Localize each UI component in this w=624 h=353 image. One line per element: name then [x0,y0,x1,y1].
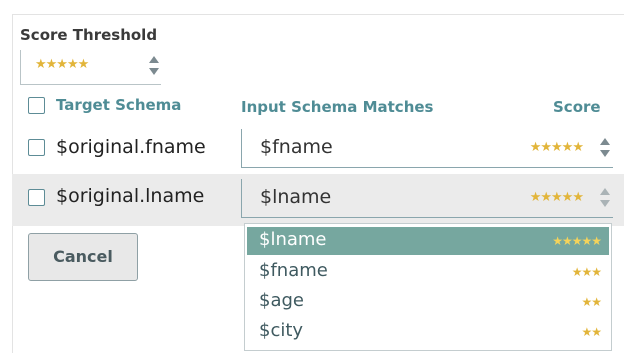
dropdown-option-fname[interactable]: $fname ★★★ [247,258,609,286]
match-spinner-icon[interactable] [600,188,614,210]
dropdown-option-lname[interactable]: $lname ★★★★★ [247,227,609,255]
option-label: $city [259,320,304,341]
match-spinner-icon[interactable] [600,138,614,160]
option-score-stars: ★★ [581,325,601,339]
spin-down-icon[interactable] [600,200,610,207]
threshold-spinner-icon[interactable] [149,56,163,78]
option-label: $fname [259,260,328,281]
spin-down-icon[interactable] [600,150,610,157]
spin-up-icon[interactable] [149,56,159,63]
dropdown-option-city[interactable]: $city ★★ [247,318,609,346]
match-score-stars: ★★★★★ [529,140,584,155]
input-schema-matches-header: Input Schema Matches [241,98,434,116]
match-value: $fname [260,136,333,158]
option-score-stars: ★★★ [571,265,602,279]
spin-up-icon[interactable] [600,188,610,195]
target-schema-header: Target Schema [56,96,182,114]
spin-up-icon[interactable] [600,138,610,145]
dropdown-option-age[interactable]: $age ★★ [247,288,609,316]
option-label: $age [259,290,304,311]
target-field-fname: $original.fname [56,136,206,158]
match-value: $lname [260,186,332,208]
select-all-checkbox[interactable] [28,97,45,114]
option-score-stars: ★★★★★ [552,234,602,248]
match-select-lname[interactable]: $lname ★★★★★ [241,179,613,218]
score-threshold-select[interactable]: ★★★★★ [20,50,161,85]
match-select-fname[interactable]: $fname ★★★★★ [241,129,613,168]
row-checkbox-fname[interactable] [28,139,45,156]
spin-down-icon[interactable] [149,68,159,75]
score-threshold-label: Score Threshold [20,26,158,44]
match-score-stars: ★★★★★ [529,190,584,205]
target-field-lname: $original.lname [56,185,205,207]
option-score-stars: ★★ [581,295,601,309]
cancel-button[interactable]: Cancel [28,233,138,281]
threshold-stars: ★★★★★ [35,57,89,72]
match-dropdown-list[interactable]: $lname ★★★★★ $fname ★★★ $age ★★ $city ★★ [244,223,612,351]
score-header: Score [553,98,601,116]
option-label: $lname [259,229,327,250]
row-checkbox-lname[interactable] [28,189,45,206]
